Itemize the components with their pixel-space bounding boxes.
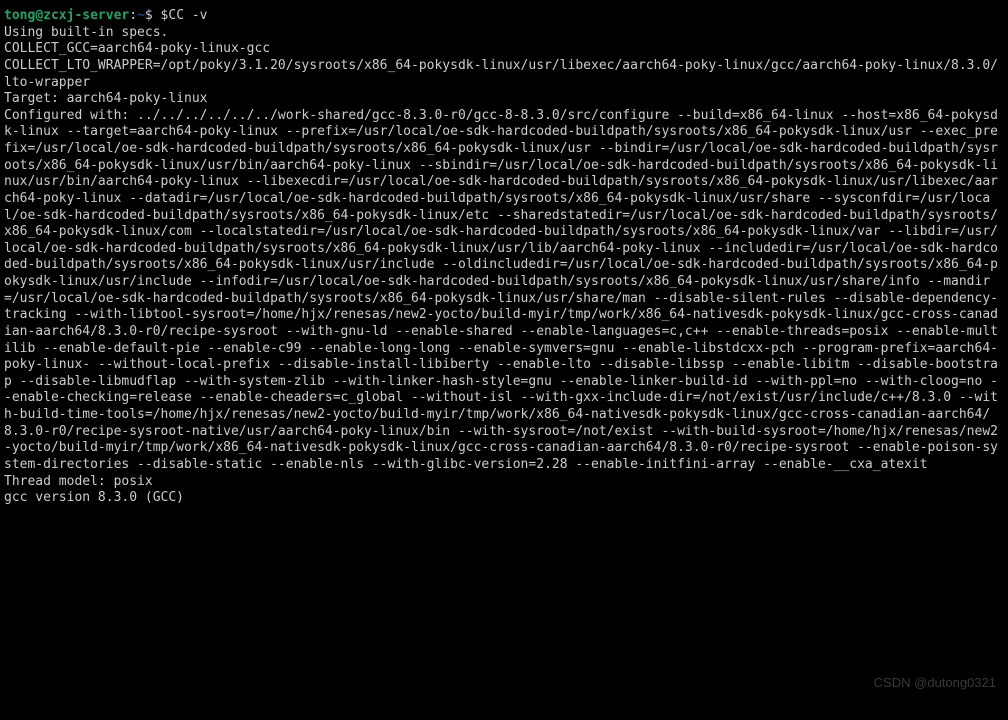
output-line-5: Configured with: ../../../../../../work-… [4,108,998,472]
terminal-window[interactable]: tong@zcxj-server:~$ $CC -v Using built-i… [0,0,1008,720]
prompt-host: zcxj-server [43,8,129,23]
output-line-4: Target: aarch64-poky-linux [4,91,208,106]
command-input[interactable]: $CC -v [161,8,208,23]
watermark: CSDN @dutong0321 [874,675,996,692]
prompt-at: @ [35,8,43,23]
prompt-user: tong [4,8,35,23]
prompt-line: tong@zcxj-server:~$ $CC -v [4,8,208,23]
prompt-path: ~ [137,8,145,23]
prompt-sep2: $ [145,8,161,23]
output-line-1: Using built-in specs. [4,25,168,40]
output-line-7: gcc version 8.3.0 (GCC) [4,490,184,505]
output-line-3: COLLECT_LTO_WRAPPER=/opt/poky/3.1.20/sys… [4,58,998,90]
prompt-sep1: : [129,8,137,23]
output-line-6: Thread model: posix [4,474,153,489]
output-line-2: COLLECT_GCC=aarch64-poky-linux-gcc [4,41,270,56]
